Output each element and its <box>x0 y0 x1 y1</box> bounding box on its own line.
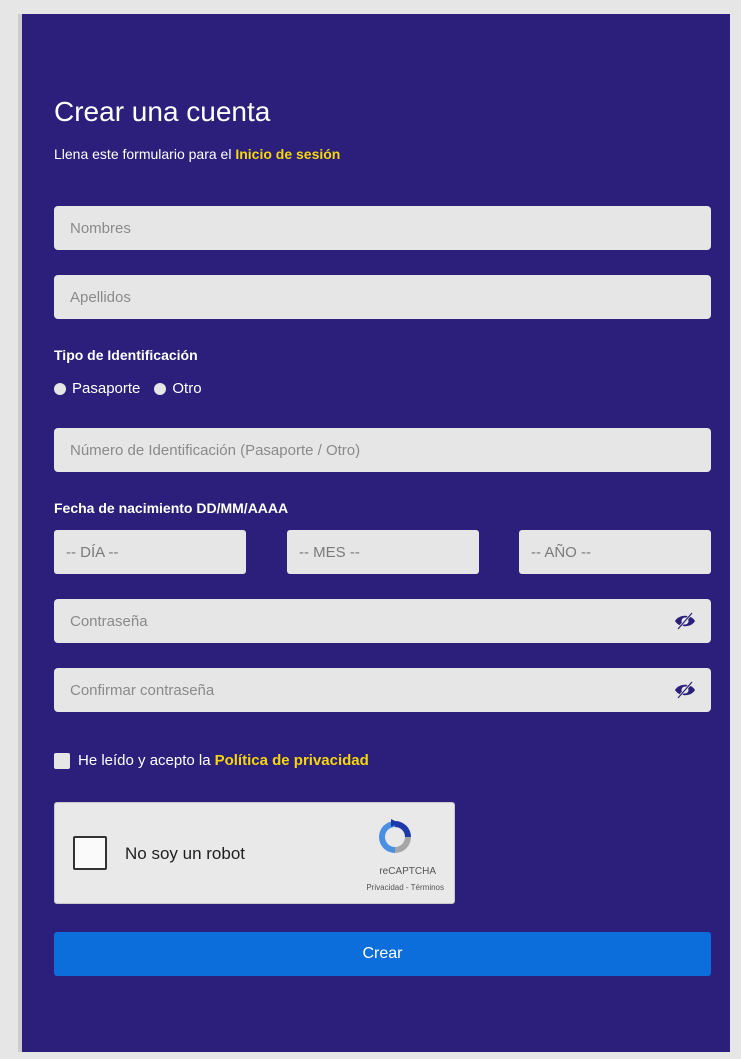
recaptcha-widget: No soy un robot reCAPTCHA Privacidad - T… <box>54 802 455 904</box>
confirm-password-input[interactable]: Confirmar contraseña <box>54 668 711 712</box>
year-select-value: -- AÑO -- <box>531 543 591 561</box>
privacy-text: He leído y acepto la <box>78 752 211 769</box>
radio-other-label: Otro <box>172 380 202 397</box>
subtitle-text: Llena este formulario para el <box>54 146 236 162</box>
password-placeholder: Contraseña <box>70 612 148 630</box>
eye-slash-icon[interactable] <box>673 611 697 631</box>
privacy-consent: He leído y acepto la Política de privaci… <box>54 752 369 769</box>
id-number-input[interactable]: Número de Identificación (Pasaporte / Ot… <box>54 428 711 472</box>
day-select[interactable]: -- DÍA -- <box>54 530 246 574</box>
recaptcha-logo-icon <box>379 819 411 853</box>
month-select[interactable]: -- MES -- <box>287 530 479 574</box>
radio-other[interactable]: Otro <box>154 380 202 397</box>
password-input[interactable]: Contraseña <box>54 599 711 643</box>
privacy-policy-link[interactable]: Política de privacidad <box>215 752 369 769</box>
eye-slash-icon[interactable] <box>673 680 697 700</box>
month-select-value: -- MES -- <box>299 543 360 561</box>
last-name-placeholder: Apellidos <box>70 288 131 306</box>
recaptcha-label: No soy un robot <box>125 844 246 863</box>
recaptcha-links[interactable]: Privacidad - Términos <box>366 883 444 892</box>
radio-passport[interactable]: Pasaporte <box>54 380 140 397</box>
id-type-radio-group: Pasaporte Otro <box>54 380 210 397</box>
privacy-checkbox[interactable] <box>54 752 70 769</box>
first-name-placeholder: Nombres <box>70 219 131 237</box>
day-select-value: -- DÍA -- <box>66 543 119 561</box>
year-select[interactable]: -- AÑO -- <box>519 530 711 574</box>
recaptcha-brand: reCAPTCHA <box>379 866 436 877</box>
radio-other-circle[interactable] <box>154 382 167 395</box>
form-subtitle: Llena este formulario para el Inicio de … <box>54 146 340 162</box>
recaptcha-checkbox[interactable] <box>73 836 107 870</box>
id-type-label: Tipo de Identificación <box>54 347 198 363</box>
id-number-placeholder: Número de Identificación (Pasaporte / Ot… <box>70 441 361 459</box>
last-name-input[interactable]: Apellidos <box>54 275 711 319</box>
create-account-button[interactable]: Crear <box>54 932 711 976</box>
radio-passport-circle[interactable] <box>54 382 66 395</box>
first-name-input[interactable]: Nombres <box>54 206 711 250</box>
page-title: Crear una cuenta <box>54 96 271 127</box>
confirm-password-placeholder: Confirmar contraseña <box>70 681 215 699</box>
login-link[interactable]: Inicio de sesión <box>235 146 340 162</box>
radio-passport-label: Pasaporte <box>72 380 141 397</box>
birthdate-label: Fecha de nacimiento DD/MM/AAAA <box>54 500 289 516</box>
